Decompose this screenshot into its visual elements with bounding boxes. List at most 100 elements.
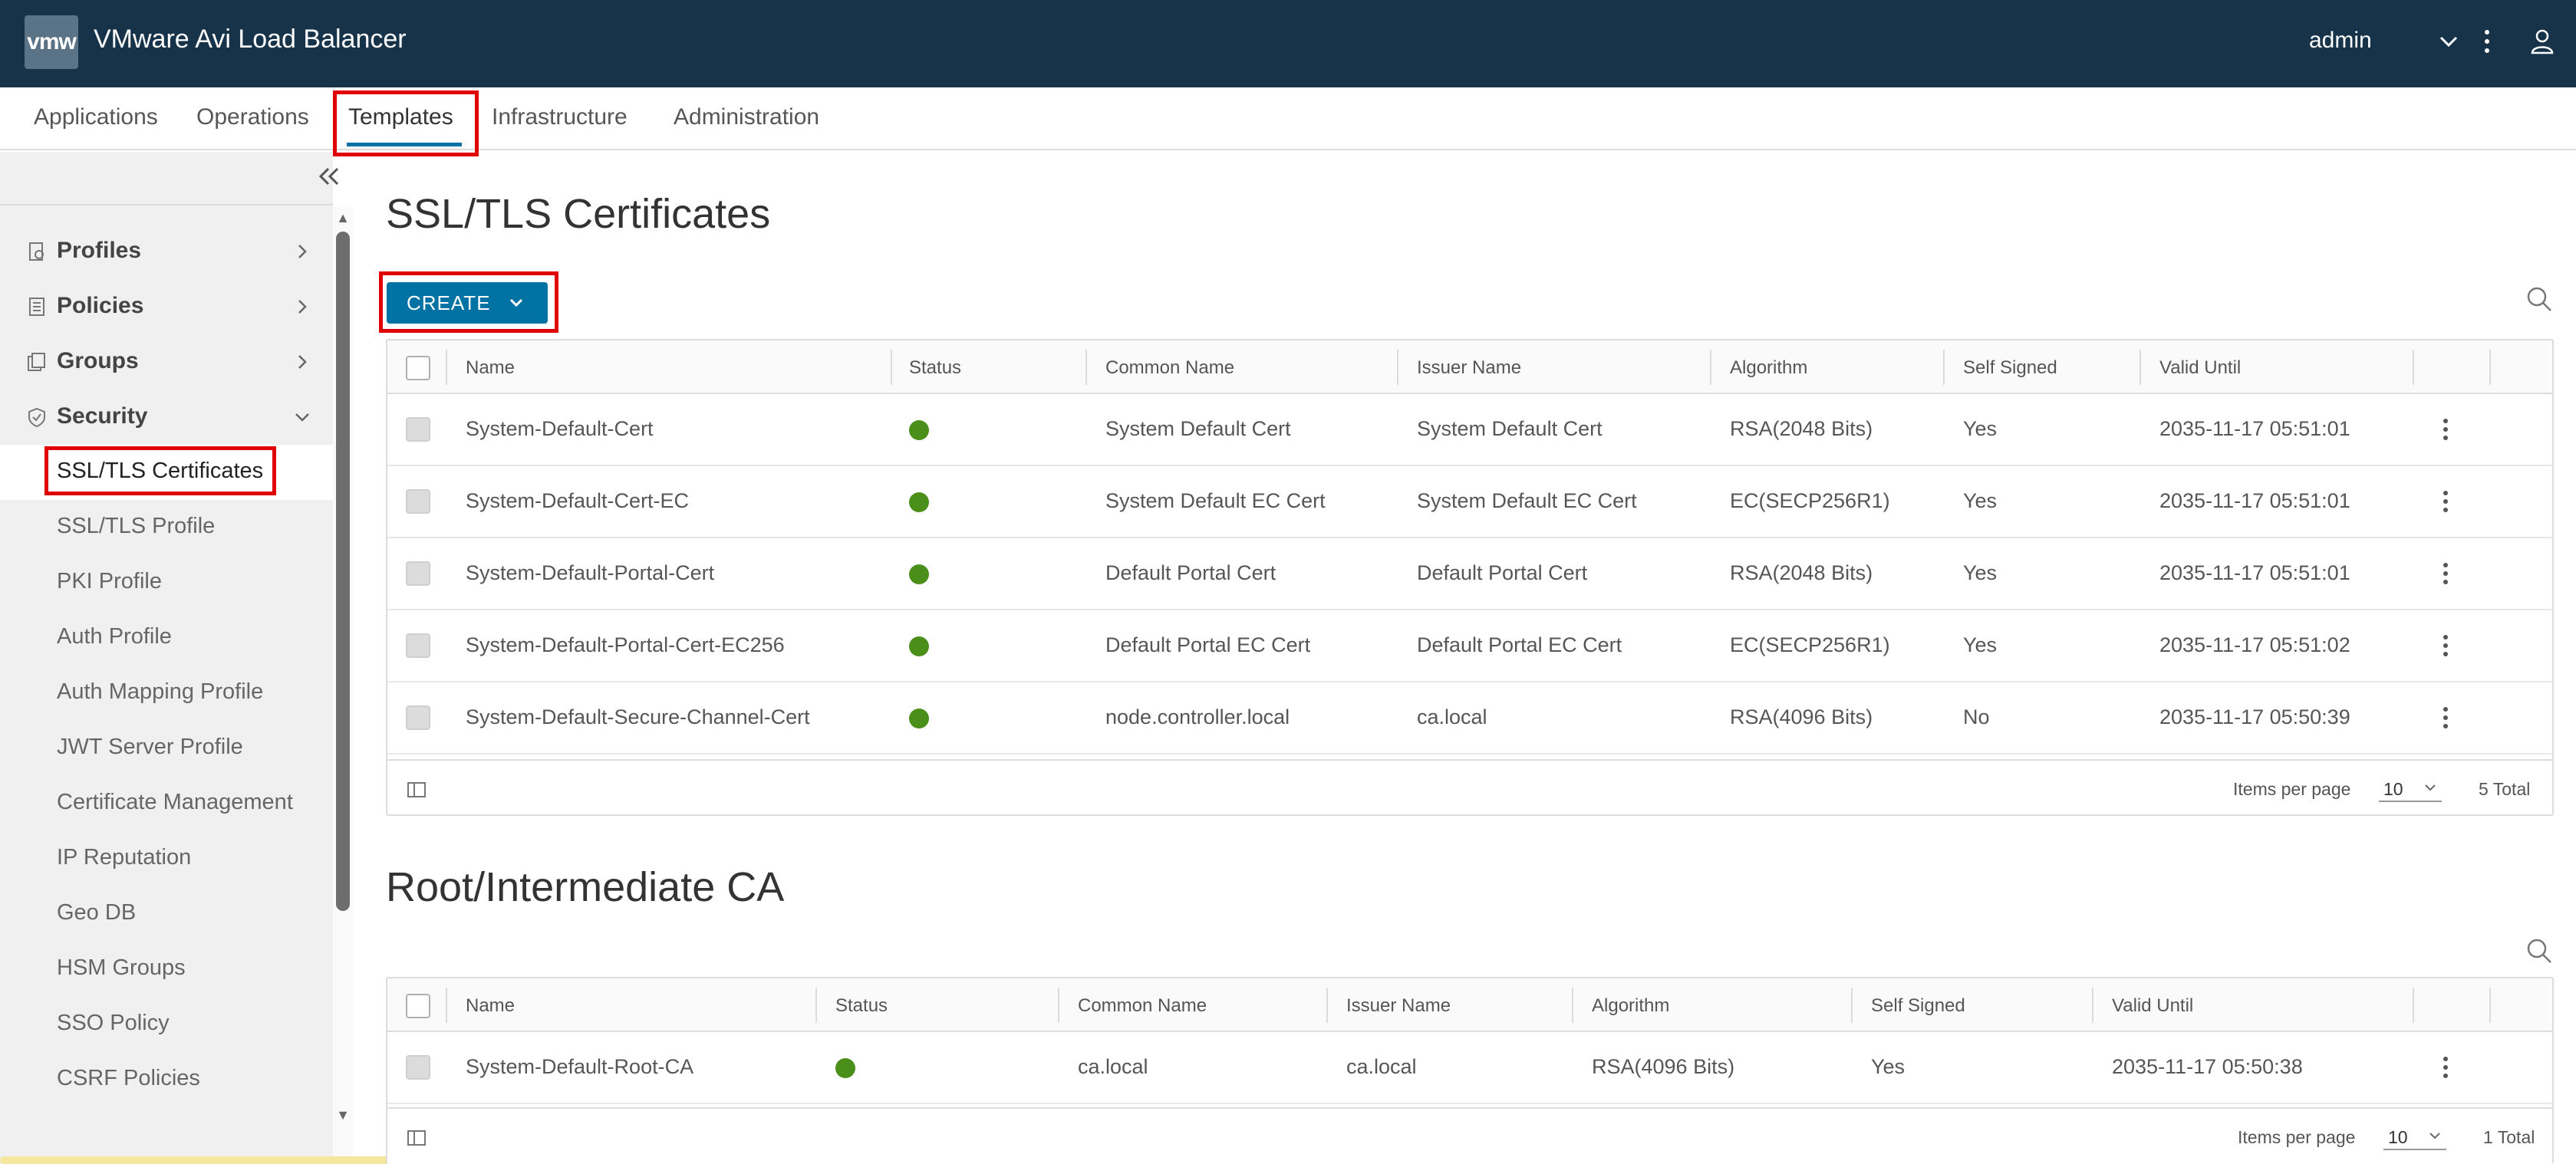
column-header-algorithm[interactable]: Algorithm	[1730, 357, 1807, 379]
tab-infrastructure[interactable]: Infrastructure	[492, 104, 628, 130]
row-checkbox[interactable]	[406, 561, 430, 586]
column-separator	[2092, 988, 2093, 1023]
highlight-create-button	[379, 271, 558, 333]
column-header-issuer-name[interactable]: Issuer Name	[1417, 357, 1521, 379]
sidebar-item-auth-mapping-profile[interactable]: Auth Mapping Profile	[57, 679, 263, 705]
column-separator	[1058, 988, 1059, 1023]
sidebar-item-ssl-tls-profile[interactable]: SSL/TLS Profile	[57, 514, 215, 539]
ca-self-signed: Yes	[1871, 1055, 1906, 1078]
column-header-status[interactable]: Status	[835, 995, 888, 1017]
user-menu-name[interactable]: admin	[2309, 28, 2372, 54]
tab-applications[interactable]: Applications	[34, 104, 158, 130]
row-actions-icon[interactable]	[2434, 702, 2457, 733]
highlight-templates-tab	[333, 90, 479, 156]
row-actions-icon[interactable]	[2434, 1052, 2457, 1083]
more-vertical-icon[interactable]	[2472, 26, 2502, 57]
chevron-down-icon[interactable]	[2433, 26, 2464, 57]
sidebar-item-hsm-groups[interactable]: HSM Groups	[57, 955, 186, 981]
sidebar-group-label: Security	[57, 403, 148, 429]
cert-self-signed: Yes	[1963, 417, 1998, 440]
cert-name[interactable]: System-Default-Cert-EC	[466, 489, 689, 513]
row-actions-icon[interactable]	[2434, 630, 2457, 661]
tab-administration[interactable]: Administration	[674, 104, 819, 130]
row-checkbox[interactable]	[406, 1055, 430, 1080]
sidebar-item-jwt-server-profile[interactable]: JWT Server Profile	[57, 735, 243, 760]
table-row[interactable]: System-Default-Portal-Cert-EC256 Default…	[387, 610, 2552, 682]
column-header-valid-until[interactable]: Valid Until	[2159, 357, 2241, 379]
highlight-ssl-tls-certificates	[44, 446, 276, 495]
cert-algorithm: EC(SECP256R1)	[1730, 633, 1890, 656]
column-header-valid-until[interactable]: Valid Until	[2112, 995, 2193, 1017]
scroll-down-icon[interactable]: ▼	[335, 1107, 351, 1123]
sidebar-item-geo-db[interactable]: Geo DB	[57, 900, 136, 926]
sidebar-item-sso-policy[interactable]: SSO Policy	[57, 1011, 170, 1036]
sidebar-group-groups[interactable]: Groups	[0, 339, 333, 385]
table-row[interactable]: System-Default-Secure-Channel-Cert node.…	[387, 682, 2552, 755]
column-header-status[interactable]: Status	[909, 357, 961, 379]
column-header-self-signed[interactable]: Self Signed	[1871, 995, 1965, 1017]
table-row[interactable]: System-Default-Root-CA ca.local ca.local…	[387, 1032, 2552, 1104]
ca-name[interactable]: System-Default-Root-CA	[466, 1055, 693, 1079]
cert-name[interactable]: System-Default-Cert	[466, 417, 654, 441]
column-separator	[1943, 350, 1945, 385]
vmware-logo: vmw	[25, 15, 78, 69]
chevron-right-icon	[292, 296, 313, 317]
sidebar-group-security[interactable]: Security	[0, 394, 333, 440]
column-separator	[1326, 988, 1328, 1023]
column-header-name[interactable]: Name	[466, 357, 515, 379]
table-row[interactable]: System-Default-Portal-Cert Default Porta…	[387, 538, 2552, 610]
chevron-down-icon	[292, 406, 313, 428]
search-icon[interactable]	[2524, 284, 2555, 314]
cert-name[interactable]: System-Default-Secure-Channel-Cert	[466, 705, 810, 729]
row-actions-icon[interactable]	[2434, 558, 2457, 589]
sidebar-item-auth-profile[interactable]: Auth Profile	[57, 624, 172, 649]
sidebar-scroll-thumb[interactable]	[336, 232, 350, 911]
row-actions-icon[interactable]	[2434, 414, 2457, 445]
chevron-down-icon	[2426, 1127, 2443, 1144]
cert-algorithm: EC(SECP256R1)	[1730, 489, 1890, 512]
sidebar-item-certificate-management[interactable]: Certificate Management	[57, 790, 293, 815]
search-icon[interactable]	[2524, 935, 2555, 966]
column-header-common-name[interactable]: Common Name	[1078, 995, 1207, 1017]
select-all-checkbox[interactable]	[406, 994, 430, 1018]
collapse-sidebar-icon[interactable]	[315, 161, 342, 192]
table-row[interactable]: System-Default-Cert System Default Cert …	[387, 394, 2552, 466]
groups-icon	[26, 351, 48, 373]
cert-name[interactable]: System-Default-Portal-Cert	[466, 561, 714, 585]
sidebar-group-profiles[interactable]: Profiles	[0, 229, 333, 275]
column-header-name[interactable]: Name	[466, 995, 515, 1017]
row-actions-icon[interactable]	[2434, 486, 2457, 517]
profile-icon	[26, 241, 48, 262]
column-header-self-signed[interactable]: Self Signed	[1963, 357, 2057, 379]
row-checkbox[interactable]	[406, 705, 430, 730]
sidebar-group-label: Profiles	[57, 238, 142, 263]
items-per-page-select[interactable]: 10	[2383, 1123, 2446, 1150]
column-header-common-name[interactable]: Common Name	[1105, 357, 1234, 379]
status-ok-icon	[909, 420, 929, 440]
chevron-right-icon	[292, 241, 313, 262]
items-per-page-label: Items per page	[2238, 1127, 2356, 1147]
scroll-up-icon[interactable]: ▲	[335, 210, 351, 225]
sidebar-group-label: Policies	[57, 293, 144, 318]
column-header-issuer-name[interactable]: Issuer Name	[1346, 995, 1451, 1017]
tab-operations[interactable]: Operations	[196, 104, 309, 130]
row-checkbox[interactable]	[406, 633, 430, 658]
user-icon[interactable]	[2527, 26, 2558, 57]
row-checkbox[interactable]	[406, 417, 430, 442]
sidebar-item-pki-profile[interactable]: PKI Profile	[57, 569, 162, 594]
sidebar-item-csrf-policies[interactable]: CSRF Policies	[57, 1066, 200, 1091]
chevron-down-icon	[2422, 779, 2439, 796]
column-toggle-icon[interactable]	[406, 779, 427, 801]
sidebar-item-ip-reputation[interactable]: IP Reputation	[57, 845, 191, 870]
column-toggle-icon[interactable]	[406, 1127, 427, 1149]
cert-name[interactable]: System-Default-Portal-Cert-EC256	[466, 633, 785, 657]
column-header-algorithm[interactable]: Algorithm	[1592, 995, 1669, 1017]
table-row[interactable]: System-Default-Cert-EC System Default EC…	[387, 466, 2552, 538]
cert-issuer-name: System Default EC Cert	[1417, 489, 1637, 512]
row-checkbox[interactable]	[406, 489, 430, 514]
cert-algorithm: RSA(4096 Bits)	[1730, 705, 1873, 728]
sidebar-group-policies[interactable]: Policies	[0, 284, 333, 330]
select-all-checkbox[interactable]	[406, 356, 430, 380]
status-ok-icon	[909, 636, 929, 656]
items-per-page-select[interactable]: 10	[2379, 774, 2442, 802]
